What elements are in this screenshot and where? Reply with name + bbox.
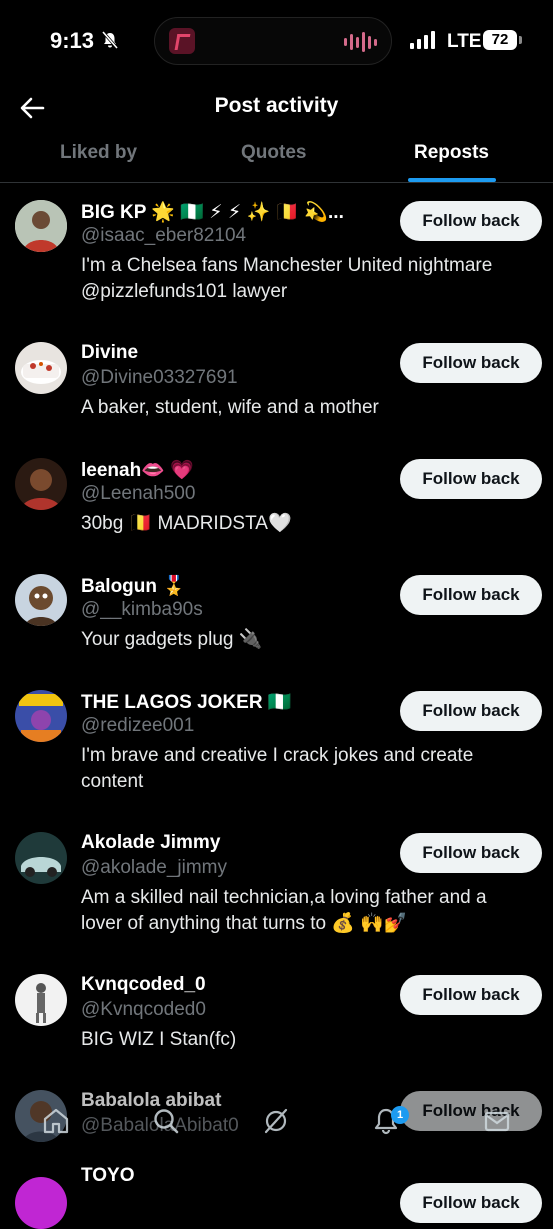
home-icon[interactable] <box>41 1106 71 1136</box>
user-name[interactable]: BIG KP 🌟 🇳🇬 ⚡ ⚡ ✨ 🇧🇪 💫... <box>81 200 344 224</box>
page-title: Post activity <box>214 94 339 117</box>
follow-back-button[interactable]: Follow back <box>400 975 542 1015</box>
avatar[interactable] <box>15 690 67 742</box>
network-type: LTE <box>447 31 482 52</box>
user-bio: I'm a Chelsea fans Manchester United nig… <box>81 255 493 302</box>
follow-back-button[interactable]: Follow back <box>400 343 542 383</box>
user-handle: @redizee001 <box>81 715 195 736</box>
user-bio: 30bg 🇧🇪 MADRIDSTA🤍 <box>81 513 292 534</box>
tab-reposts[interactable]: Reposts <box>414 142 489 164</box>
avatar[interactable] <box>15 574 67 626</box>
user-name[interactable]: leenah👄 💗 <box>81 458 194 482</box>
tab-quotes[interactable]: Quotes <box>241 142 306 164</box>
active-tab-indicator <box>408 178 496 182</box>
avatar[interactable] <box>15 974 67 1026</box>
follow-back-button[interactable]: Follow back <box>400 833 542 873</box>
tab-bar: Liked by Quotes Reposts <box>0 134 553 183</box>
user-bio: A baker, student, wife and a mother <box>81 397 379 418</box>
avatar[interactable] <box>15 200 67 252</box>
signal-icon <box>410 31 435 49</box>
user-handle: @Kvnqcoded0 <box>81 999 206 1020</box>
battery-level: 72 <box>483 30 522 50</box>
user-bio: Am a skilled nail technician,a loving fa… <box>81 887 487 934</box>
notification-badge: 1 <box>391 1106 409 1124</box>
header: Post activity <box>0 84 553 134</box>
user-bio: BIG WIZ I Stan(fc) <box>81 1029 237 1050</box>
user-handle: @__kimba90s <box>81 599 203 620</box>
user-handle: @akolade_jimmy <box>81 857 228 878</box>
avatar[interactable] <box>15 342 67 394</box>
user-handle: @Leenah500 <box>81 483 196 504</box>
dynamic-island <box>154 17 392 65</box>
user-name[interactable]: Kvnqcoded_0 <box>81 974 206 996</box>
bell-muted-icon <box>101 31 119 49</box>
bottom-navigation <box>0 1092 553 1152</box>
tab-liked-by[interactable]: Liked by <box>60 142 137 164</box>
follow-back-button[interactable]: Follow back <box>400 575 542 615</box>
now-playing-app-icon <box>169 28 195 54</box>
user-name[interactable]: THE LAGOS JOKER 🇳🇬 <box>81 690 292 714</box>
user-handle: @isaac_eber82104 <box>81 225 247 246</box>
user-handle: @Divine03327691 <box>81 367 238 388</box>
messages-icon[interactable] <box>482 1106 512 1136</box>
user-name[interactable]: TOYO <box>81 1165 135 1187</box>
reposts-user-list: BIG KP 🌟 🇳🇬 ⚡ ⚡ ✨ 🇧🇪 💫... @isaac_eber821… <box>0 183 553 1229</box>
avatar[interactable] <box>15 832 67 884</box>
follow-back-button[interactable]: Follow back <box>400 459 542 499</box>
user-name[interactable]: Akolade Jimmy <box>81 832 220 854</box>
follow-back-button[interactable]: Follow back <box>400 691 542 731</box>
status-time: 9:13 <box>50 28 95 53</box>
search-icon[interactable] <box>151 1106 181 1136</box>
avatar[interactable] <box>15 458 67 510</box>
user-name[interactable]: Divine <box>81 342 138 364</box>
user-name[interactable]: Balogun 🎖️ <box>81 574 186 598</box>
follow-back-button[interactable]: Follow back <box>400 1183 542 1223</box>
follow-back-button[interactable]: Follow back <box>400 201 542 241</box>
grok-icon[interactable] <box>261 1106 291 1136</box>
status-bar: 9:13 LTE 72 <box>0 0 553 84</box>
user-bio: I'm brave and creative I crack jokes and… <box>81 745 474 792</box>
avatar[interactable] <box>15 1177 67 1229</box>
user-bio: Your gadgets plug 🔌 <box>81 629 263 650</box>
audio-wave-icon <box>344 32 377 52</box>
